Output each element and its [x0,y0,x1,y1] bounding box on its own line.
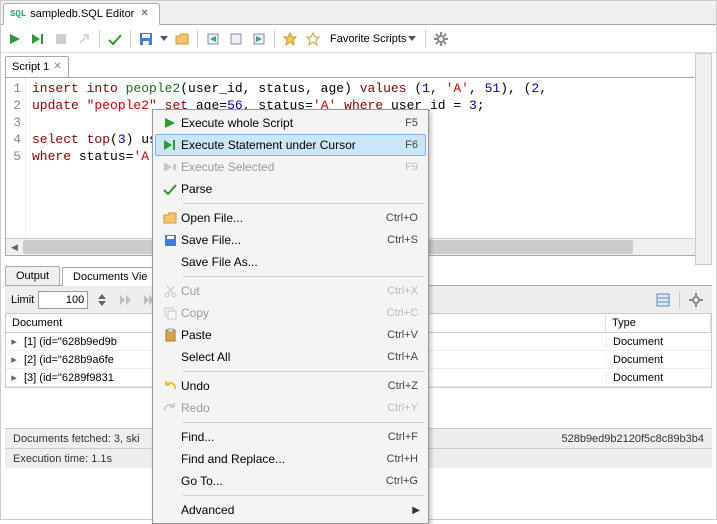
redo-icon [159,402,181,414]
menu-undo[interactable]: UndoCtrl+Z [155,375,426,397]
open-button[interactable] [172,29,192,49]
play-all-icon [159,117,181,129]
favorite-scripts-dropdown[interactable]: Favorite Scripts [326,33,420,45]
scroll-left-arrow[interactable]: ◀ [6,239,23,256]
menu-paste[interactable]: PasteCtrl+V [155,324,426,346]
gear-icon[interactable] [431,29,451,49]
script-tab-1[interactable]: Script 1 ✕ [5,56,69,77]
expand-icon[interactable]: ▸ [6,353,22,366]
play-sel-icon [159,161,181,173]
menu-execute-selected: Execute SelectedF9 [155,156,426,178]
selected-id-tail: 528b9ed9b2120f5c8c89b3b4 [561,433,704,445]
limit-stepper[interactable] [92,290,112,310]
expand-icon[interactable]: ▸ [6,335,22,348]
menu-go-to[interactable]: Go To...Ctrl+G [155,470,426,492]
right-gadget-bar[interactable] [695,53,712,265]
submenu-arrow-icon: ▶ [412,505,420,516]
script-prev-button[interactable] [203,29,223,49]
favorite-star-button[interactable] [303,29,323,49]
menu-parse[interactable]: Parse [155,178,426,200]
gear-icon[interactable] [686,290,706,310]
execution-time-label: Execution time: 1.1s [13,453,112,465]
check-icon [159,183,181,195]
main-toolbar: Favorite Scripts [1,25,716,53]
expand-icon[interactable]: ▸ [6,371,22,384]
scissors-icon [159,285,181,298]
save-icon [159,234,181,247]
line-gutter: 12345 [6,78,26,238]
close-icon[interactable]: ✕ [53,61,61,72]
menu-save-file[interactable]: Save File...Ctrl+S [155,229,426,251]
menu-find[interactable]: Find...Ctrl+F [155,426,426,448]
type-cell: Document [606,336,711,348]
menu-execute-statement[interactable]: Execute Statement under CursorF6 [155,134,426,156]
grid-view-icon[interactable] [653,290,673,310]
fetch-next-button[interactable] [116,290,136,310]
fetch-count-label: Documents fetched: 3, ski [13,433,140,445]
close-icon[interactable]: ✕ [138,8,150,19]
execute-statement-button[interactable] [28,29,48,49]
type-cell: Document [606,354,711,366]
limit-label: Limit [11,294,34,306]
editor-context-menu: Execute whole ScriptF5 Execute Statement… [152,109,429,524]
menu-select-all[interactable]: Select AllCtrl+A [155,346,426,368]
script-next-button[interactable] [249,29,269,49]
sql-file-icon: SQL [10,9,26,19]
menu-copy: CopyCtrl+C [155,302,426,324]
stop-button [51,29,71,49]
file-tab-sampledb[interactable]: SQL sampledb.SQL Editor ✕ [3,3,160,25]
menu-advanced[interactable]: Advanced ▶ [155,499,426,521]
save-dropdown[interactable] [159,29,169,49]
execute-script-button[interactable] [5,29,25,49]
clear-button [74,29,94,49]
menu-find-replace[interactable]: Find and Replace...Ctrl+H [155,448,426,470]
menu-cut: CutCtrl+X [155,280,426,302]
script-tab-label: Script 1 [12,61,49,73]
menu-redo: RedoCtrl+Y [155,397,426,419]
col-type[interactable]: Type [606,314,711,332]
copy-icon [159,307,181,320]
folder-open-icon [159,212,181,224]
script-tabs: Script 1 ✕ [1,53,716,77]
menu-save-file-as[interactable]: Save File As... [155,251,426,273]
tab-output[interactable]: Output [5,266,60,285]
limit-input[interactable] [38,291,88,309]
undo-icon [159,380,181,392]
script-new-button[interactable] [226,29,246,49]
paste-icon [159,328,181,342]
play-step-icon [159,139,181,151]
editor-tabs-bar: SQL sampledb.SQL Editor ✕ [1,1,716,25]
menu-open-file[interactable]: Open File...Ctrl+O [155,207,426,229]
parse-button[interactable] [105,29,125,49]
tab-documents-view[interactable]: Documents Vie [62,267,158,286]
menu-execute-whole-script[interactable]: Execute whole ScriptF5 [155,112,426,134]
save-button[interactable] [136,29,156,49]
favorite-scripts-label: Favorite Scripts [330,33,406,45]
type-cell: Document [606,372,711,384]
file-tab-label: sampledb.SQL Editor [30,8,134,20]
favorite-add-button[interactable] [280,29,300,49]
